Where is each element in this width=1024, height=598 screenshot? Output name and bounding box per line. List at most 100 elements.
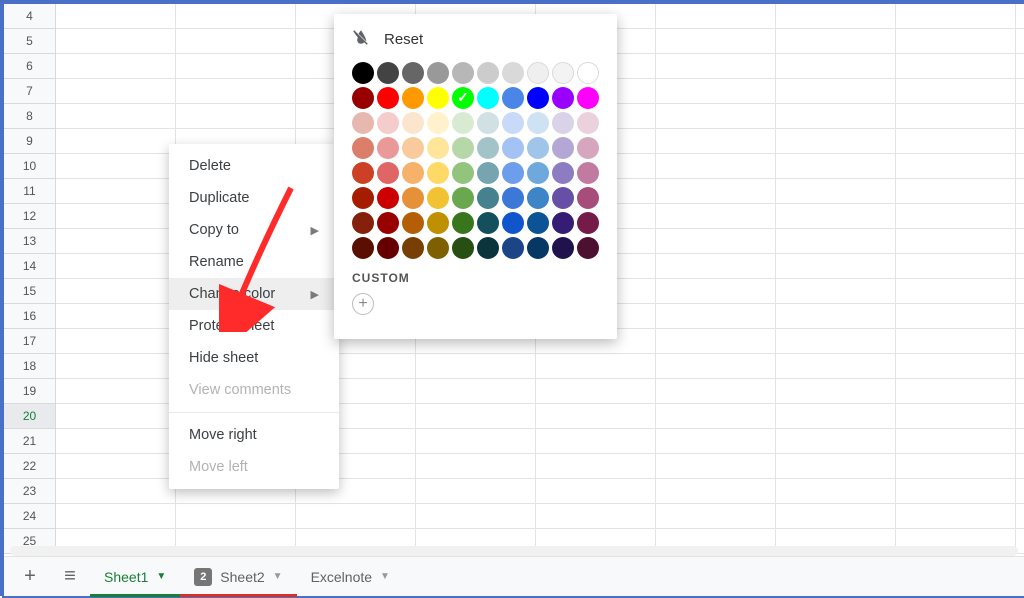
cell[interactable]: [56, 129, 176, 154]
cell[interactable]: [776, 279, 896, 304]
cell[interactable]: [896, 204, 1016, 229]
color-swatch[interactable]: [527, 237, 549, 259]
cell[interactable]: [1016, 229, 1024, 254]
cell[interactable]: [776, 254, 896, 279]
cell[interactable]: [896, 104, 1016, 129]
menu-item-protect-sheet[interactable]: Protect sheet: [169, 310, 339, 342]
color-swatch[interactable]: [452, 62, 474, 84]
cell[interactable]: [656, 79, 776, 104]
row-header[interactable]: 21: [4, 429, 56, 454]
row-header[interactable]: 10: [4, 154, 56, 179]
color-swatch[interactable]: [577, 87, 599, 109]
cell[interactable]: [1016, 4, 1024, 29]
cell[interactable]: [1016, 104, 1024, 129]
cell[interactable]: [56, 254, 176, 279]
row-header[interactable]: 23: [4, 479, 56, 504]
color-swatch[interactable]: [577, 162, 599, 184]
cell[interactable]: [56, 229, 176, 254]
color-swatch[interactable]: [402, 137, 424, 159]
cell[interactable]: [1016, 304, 1024, 329]
cell[interactable]: [776, 379, 896, 404]
cell[interactable]: [56, 329, 176, 354]
color-swatch[interactable]: [352, 237, 374, 259]
color-swatch[interactable]: [427, 87, 449, 109]
cell[interactable]: [656, 254, 776, 279]
cell[interactable]: [896, 329, 1016, 354]
cell[interactable]: [1016, 254, 1024, 279]
cell[interactable]: [656, 204, 776, 229]
color-swatch[interactable]: [577, 112, 599, 134]
cell[interactable]: [656, 479, 776, 504]
cell[interactable]: [176, 104, 296, 129]
color-swatch[interactable]: [502, 137, 524, 159]
cell[interactable]: [776, 104, 896, 129]
cell[interactable]: [176, 504, 296, 529]
cell[interactable]: [536, 404, 656, 429]
color-swatch[interactable]: [527, 87, 549, 109]
cell[interactable]: [1016, 454, 1024, 479]
cell[interactable]: [656, 429, 776, 454]
cell[interactable]: [1016, 204, 1024, 229]
cell[interactable]: [776, 204, 896, 229]
row-header[interactable]: 12: [4, 204, 56, 229]
cell[interactable]: [56, 354, 176, 379]
add-custom-color-button[interactable]: +: [352, 293, 374, 315]
color-swatch[interactable]: [477, 212, 499, 234]
cell[interactable]: [416, 379, 536, 404]
color-swatch[interactable]: [377, 112, 399, 134]
color-swatch[interactable]: [502, 62, 524, 84]
color-swatch[interactable]: [527, 187, 549, 209]
cell[interactable]: [1016, 429, 1024, 454]
cell[interactable]: [56, 179, 176, 204]
color-swatch[interactable]: [477, 237, 499, 259]
cell[interactable]: [776, 354, 896, 379]
sheet-tab-excelnote[interactable]: Excelnote ▼: [297, 557, 404, 597]
color-swatch[interactable]: [377, 137, 399, 159]
cell[interactable]: [416, 354, 536, 379]
color-swatch[interactable]: [477, 137, 499, 159]
color-swatch[interactable]: [352, 62, 374, 84]
menu-item-copy-to[interactable]: Copy to▶: [169, 214, 339, 246]
cell[interactable]: [776, 229, 896, 254]
color-swatch[interactable]: [427, 112, 449, 134]
row-header[interactable]: 18: [4, 354, 56, 379]
color-swatch[interactable]: [477, 112, 499, 134]
cell[interactable]: [1016, 79, 1024, 104]
all-sheets-button[interactable]: ≡: [50, 561, 90, 593]
color-swatch[interactable]: [577, 62, 599, 84]
cell[interactable]: [56, 204, 176, 229]
cell[interactable]: [656, 504, 776, 529]
cell[interactable]: [1016, 29, 1024, 54]
color-swatch[interactable]: [402, 237, 424, 259]
cell[interactable]: [656, 154, 776, 179]
color-swatch[interactable]: [352, 112, 374, 134]
color-swatch[interactable]: [402, 212, 424, 234]
color-swatch[interactable]: [477, 87, 499, 109]
color-swatch[interactable]: [402, 62, 424, 84]
cell[interactable]: [296, 504, 416, 529]
cell[interactable]: [536, 429, 656, 454]
color-swatch[interactable]: [477, 62, 499, 84]
reset-color-button[interactable]: Reset: [352, 28, 599, 50]
cell[interactable]: [56, 54, 176, 79]
cell[interactable]: [776, 129, 896, 154]
row-header[interactable]: 13: [4, 229, 56, 254]
cell[interactable]: [896, 429, 1016, 454]
menu-item-move-right[interactable]: Move right: [169, 419, 339, 451]
row-header[interactable]: 9: [4, 129, 56, 154]
color-swatch[interactable]: [377, 237, 399, 259]
cell[interactable]: [896, 129, 1016, 154]
cell[interactable]: [896, 54, 1016, 79]
cell[interactable]: [56, 4, 176, 29]
menu-item-rename[interactable]: Rename: [169, 246, 339, 278]
cell[interactable]: [1016, 154, 1024, 179]
cell[interactable]: [656, 29, 776, 54]
cell[interactable]: [896, 4, 1016, 29]
cell[interactable]: [896, 354, 1016, 379]
cell[interactable]: [56, 79, 176, 104]
cell[interactable]: [56, 479, 176, 504]
row-header[interactable]: 5: [4, 29, 56, 54]
color-swatch[interactable]: [552, 162, 574, 184]
cell[interactable]: [656, 354, 776, 379]
color-swatch[interactable]: [377, 87, 399, 109]
